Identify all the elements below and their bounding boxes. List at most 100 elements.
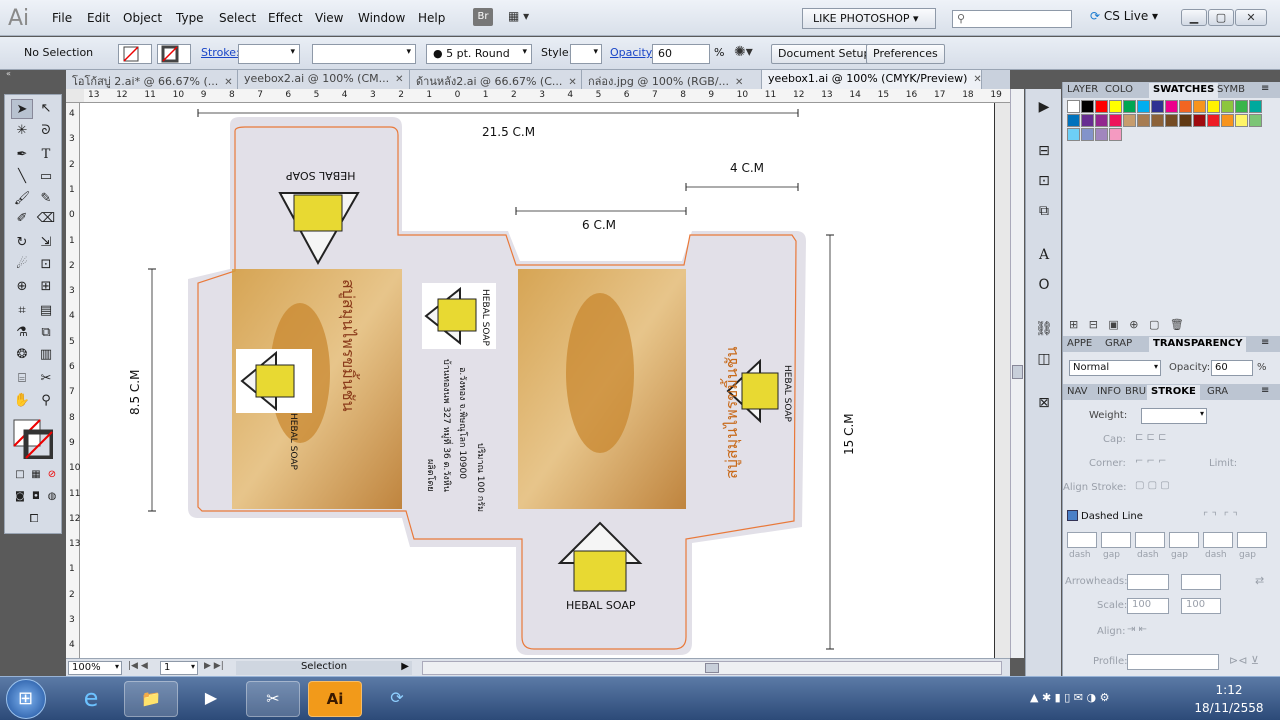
pencil-tool-icon[interactable]: ✎	[35, 189, 57, 209]
tab-stroke[interactable]: STROKE	[1147, 385, 1200, 400]
arrange-documents-icon[interactable]: ▦ ▾	[508, 9, 540, 26]
swatch[interactable]	[1081, 114, 1094, 127]
tab-document-5-active[interactable]: yeebox1.ai @ 100% (CMYK/Preview) ✕	[762, 70, 982, 89]
swatch[interactable]	[1109, 100, 1122, 113]
last-artboard-icon[interactable]: ▶ ▶|	[204, 661, 224, 671]
panel-menu-icon[interactable]: ≡	[1261, 337, 1269, 348]
soap-box-dieline[interactable]	[80, 103, 994, 658]
pen-tool-icon[interactable]: ✒	[11, 145, 33, 165]
maximize-button[interactable]: ▢	[1208, 9, 1234, 26]
variable-width-profile[interactable]: ▾	[312, 44, 416, 64]
tab-document-1[interactable]: โอโก้สบู่ 2.ai* @ 66.67% (... ✕	[66, 70, 238, 89]
transparency-opacity-input[interactable]: 60	[1211, 360, 1253, 376]
swap-arrowheads-icon[interactable]: ⇄	[1255, 574, 1264, 587]
swatch[interactable]	[1235, 100, 1248, 113]
stroke-weight-input[interactable]: ▾	[238, 44, 300, 64]
swatch[interactable]	[1067, 128, 1080, 141]
opentype-panel-icon[interactable]: O	[1034, 275, 1054, 295]
stroke-weight-field[interactable]: ▾	[1141, 408, 1207, 424]
line-tool-icon[interactable]: ╲	[11, 167, 33, 187]
zoom-level-select[interactable]: 100% ▾	[68, 661, 122, 675]
corner-buttons[interactable]: ⌐ ⌐ ⌐	[1135, 456, 1167, 467]
swatch[interactable]	[1165, 100, 1178, 113]
preferences-button[interactable]: Preferences	[866, 44, 945, 64]
recolor-artwork-icon[interactable]: ✺▾	[734, 44, 753, 60]
swatch[interactable]	[1109, 128, 1122, 141]
tab-gradient[interactable]: GRA	[1203, 385, 1232, 400]
swatch[interactable]	[1067, 100, 1080, 113]
arrowhead-start-select[interactable]	[1127, 574, 1169, 590]
swatch[interactable]	[1081, 128, 1094, 141]
menu-effect[interactable]: Effect	[268, 11, 303, 25]
selection-tool-icon[interactable]: ➤	[11, 99, 33, 119]
swatch[interactable]	[1137, 114, 1150, 127]
fill-color-selector[interactable]	[118, 44, 152, 64]
swatch[interactable]	[1151, 114, 1164, 127]
dash-field-1[interactable]	[1067, 532, 1097, 548]
scale-tool-icon[interactable]: ⇲	[35, 233, 57, 253]
first-artboard-icon[interactable]: |◀ ◀	[128, 661, 148, 671]
close-tab-icon[interactable]: ✕	[735, 77, 743, 88]
snipping-tool-icon[interactable]: ✂	[246, 681, 300, 717]
dash-field-2[interactable]	[1135, 532, 1165, 548]
opacity-label[interactable]: Opacity:	[610, 46, 655, 59]
tab-symbols[interactable]: SYMB	[1213, 83, 1249, 98]
swatch[interactable]	[1249, 100, 1262, 113]
screen-mode-icon[interactable]: ⧠	[23, 509, 45, 529]
perspective-grid-tool-icon[interactable]: ⊞	[35, 277, 57, 297]
links-panel-icon[interactable]: ⛓	[1034, 319, 1054, 339]
eraser-tool-icon[interactable]: ⌫	[35, 209, 57, 229]
gap-field-3[interactable]	[1237, 532, 1267, 548]
swatch[interactable]	[1081, 100, 1094, 113]
paintbrush-tool-icon[interactable]: 🖌	[11, 189, 33, 209]
warp-tool-icon[interactable]: ☄	[11, 255, 33, 275]
navigator-panel-icon[interactable]: ⊠	[1034, 393, 1054, 413]
blend-mode-select[interactable]: Normal ▾	[1069, 360, 1161, 376]
illustrator-taskbar-icon[interactable]: Ai	[308, 681, 362, 717]
ruler-origin[interactable]	[66, 89, 84, 103]
swatch[interactable]	[1123, 100, 1136, 113]
horizontal-scrollbar[interactable]	[422, 661, 1002, 675]
character-panel-icon[interactable]: A	[1034, 245, 1054, 265]
stroke-color-selector[interactable]	[157, 44, 191, 64]
vertical-scrollbar[interactable]	[1010, 89, 1024, 658]
menu-window[interactable]: Window	[358, 11, 405, 25]
arrowhead-end-select[interactable]	[1181, 574, 1221, 590]
opacity-input[interactable]: 60	[652, 44, 710, 64]
minimize-button[interactable]: ▁	[1181, 9, 1207, 26]
swatch[interactable]	[1221, 114, 1234, 127]
tab-appearance[interactable]: APPE	[1063, 337, 1096, 352]
close-window-button[interactable]: ✕	[1235, 9, 1267, 26]
dashed-line-checkbox[interactable]	[1067, 510, 1078, 521]
fill-stroke-swatch[interactable]	[13, 419, 55, 461]
swatch[interactable]	[1151, 100, 1164, 113]
type-tool-icon[interactable]: T	[35, 145, 57, 165]
menu-type[interactable]: Type	[176, 11, 204, 25]
vertical-scroll-thumb[interactable]	[1012, 365, 1023, 379]
swatch[interactable]	[1249, 114, 1262, 127]
vertical-ruler[interactable]: 4 3 2 1 0 1 2 3 4 5 6 7 8 9 10 11 12 13 1 2 3 4	[66, 103, 80, 658]
zoom-tool-icon[interactable]: ⚲	[35, 391, 57, 411]
panel-menu-icon[interactable]: ≡	[1261, 83, 1269, 94]
close-tab-icon[interactable]: ✕	[568, 77, 576, 88]
graphic-styles-panel-icon[interactable]: ◫	[1034, 349, 1054, 369]
swatch-grid[interactable]	[1067, 100, 1277, 190]
tab-swatches[interactable]: SWATCHES	[1149, 83, 1219, 98]
scale-start-input[interactable]: 100	[1127, 598, 1169, 614]
gap-field-1[interactable]	[1101, 532, 1131, 548]
tools-collapse-arrows[interactable]: «	[0, 70, 66, 78]
align-stroke-buttons[interactable]: ▢ ▢ ▢	[1135, 480, 1170, 491]
artboard-number-select[interactable]: 1 ▾	[160, 661, 198, 675]
blend-tool-icon[interactable]: ⧉	[35, 323, 57, 343]
dash-align-icons[interactable]: ⌜ ⌝ ⌜ ⌝	[1203, 510, 1238, 523]
swatch[interactable]	[1193, 100, 1206, 113]
hand-tool-icon[interactable]: ✋	[11, 391, 33, 411]
tab-document-2[interactable]: yeebox2.ai @ 100% (CM... ✕	[238, 70, 410, 89]
slice-tool-icon[interactable]: ✂	[35, 369, 57, 389]
menu-view[interactable]: View	[315, 11, 343, 25]
none-mode-icon[interactable]: ⊘	[41, 465, 63, 485]
gap-field-2[interactable]	[1169, 532, 1199, 548]
symbol-sprayer-tool-icon[interactable]: ❂	[11, 345, 33, 365]
eyedropper-tool-icon[interactable]: ⚗	[11, 323, 33, 343]
file-explorer-icon[interactable]: 📁	[124, 681, 178, 717]
